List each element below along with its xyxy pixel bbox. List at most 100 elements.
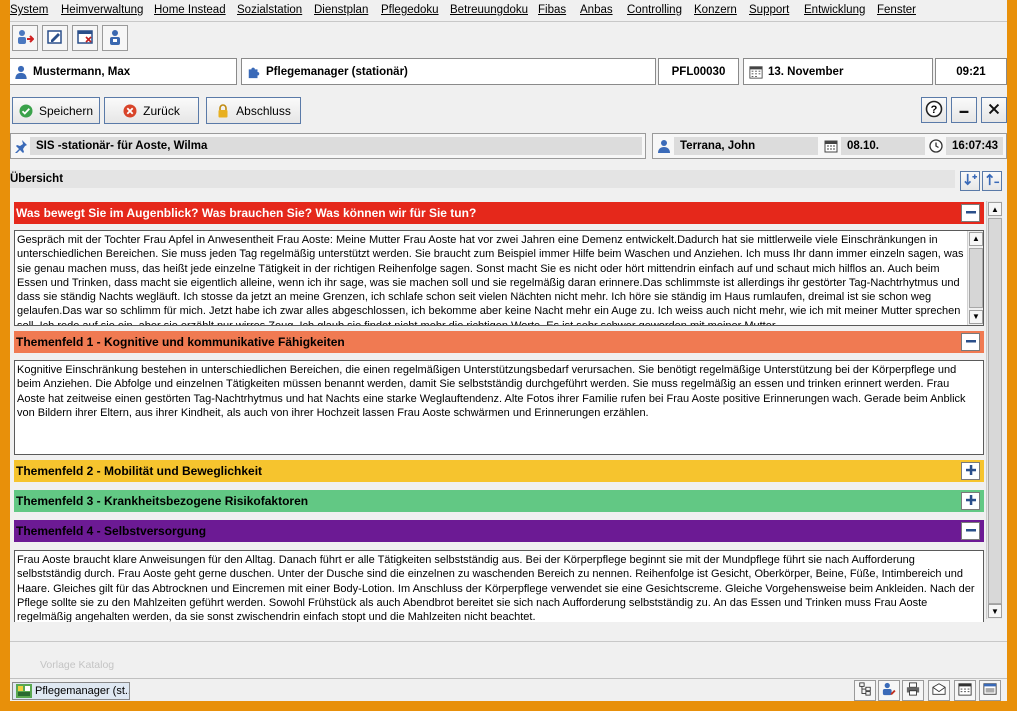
menu-home-instead[interactable]: Home Instead	[154, 4, 226, 16]
scroll-down-icon[interactable]: ▼	[969, 310, 983, 324]
section-text-1[interactable]: Kognitive Einschränkung bestehen in unte…	[14, 360, 984, 455]
main-scroll-thumb[interactable]	[988, 218, 1002, 604]
menu-fenster[interactable]: Fenster	[877, 4, 916, 16]
user-edit-button[interactable]	[878, 680, 900, 701]
edit-icon	[46, 28, 64, 49]
expand-button-3[interactable]	[961, 492, 980, 510]
checkmark-icon	[19, 104, 33, 118]
menu-heimverwaltung[interactable]: Heimverwaltung	[61, 4, 143, 16]
print-button[interactable]	[902, 680, 924, 701]
finish-label: Abschluss	[236, 103, 291, 118]
printer-icon	[906, 682, 920, 699]
section-title-1: Themenfeld 1 - Kognitive und kommunikati…	[16, 335, 345, 349]
user-edit-icon	[882, 682, 896, 699]
edit-button[interactable]	[42, 25, 68, 51]
section-header-0[interactable]: Was bewegt Sie im Augenblick? Was brauch…	[14, 202, 984, 224]
section-text-0[interactable]: Gespräch mit der Tochter Frau Apfel in A…	[14, 230, 984, 326]
author-icon	[657, 139, 671, 156]
toolbar	[10, 23, 1007, 53]
exit-button[interactable]	[12, 25, 38, 51]
section-body-1: Kognitive Einschränkung bestehen in unte…	[17, 364, 966, 419]
section-title-4: Themenfeld 4 - Selbstversorgung	[16, 524, 207, 538]
puzzle-icon	[246, 64, 262, 80]
collapse-button-4[interactable]	[961, 522, 980, 540]
minimize-icon	[956, 101, 972, 120]
close-window-icon	[76, 28, 94, 49]
module-name: Pflegemanager (stationär)	[266, 65, 408, 78]
hierarchy-icon	[858, 682, 872, 699]
app-icon	[16, 684, 32, 698]
user-field: Mustermann, Max	[10, 58, 237, 85]
menu-fibas[interactable]: Fibas	[538, 4, 566, 16]
overview-bar: Übersicht	[10, 170, 955, 188]
sort-desc-button[interactable]	[960, 171, 980, 191]
finish-button[interactable]: Abschluss	[206, 97, 301, 124]
mail-icon	[932, 682, 946, 699]
time-field: 09:21	[935, 58, 1007, 85]
menu-entwicklung[interactable]: Entwicklung	[804, 4, 865, 16]
cancel-icon	[123, 104, 137, 118]
expand-button-2[interactable]	[961, 462, 980, 480]
section-text-4[interactable]: Frau Aoste braucht klare Anweisungen für…	[14, 550, 984, 622]
menu-konzern[interactable]: Konzern	[694, 4, 737, 16]
plus-icon	[965, 494, 977, 509]
section-scrollbar-0[interactable]: ▲ ▼	[967, 231, 983, 325]
sections-area: Was bewegt Sie im Augenblick? Was brauch…	[10, 198, 1007, 622]
hierarchy-button[interactable]	[854, 680, 876, 701]
watermark-text: Vorlage Katalog	[40, 659, 115, 671]
menu-anbas[interactable]: Anbas	[580, 4, 613, 16]
calendar-icon	[748, 64, 764, 80]
section-body-4: Frau Aoste braucht klare Anweisungen für…	[17, 554, 975, 622]
menu-bar: System Heimverwaltung Home Instead Sozia…	[10, 0, 1007, 22]
svg-text:?: ?	[931, 104, 938, 116]
minus-icon	[965, 524, 977, 539]
date-field: 13. November	[743, 58, 933, 85]
lock-icon	[216, 103, 230, 118]
close-window-button[interactable]	[72, 25, 98, 51]
collapse-button-0[interactable]	[961, 204, 980, 222]
window-button[interactable]	[979, 680, 1001, 701]
section-header-1[interactable]: Themenfeld 1 - Kognitive und kommunikati…	[14, 331, 984, 353]
section-header-3[interactable]: Themenfeld 3 - Krankheitsbezogene Risiko…	[14, 490, 984, 512]
menu-system[interactable]: System	[10, 4, 48, 16]
collapse-button-1[interactable]	[961, 333, 980, 351]
menu-betreuungdoku[interactable]: Betreuungdoku	[450, 4, 528, 16]
taskbar-item[interactable]: Pflegemanager (st...	[12, 682, 130, 700]
save-label: Speichern	[38, 103, 94, 118]
main-scroll-down-icon[interactable]: ▼	[988, 604, 1002, 618]
menu-dienstplan[interactable]: Dienstplan	[314, 4, 368, 16]
scroll-up-icon[interactable]: ▲	[969, 232, 983, 246]
record-time: 16:07:43	[946, 137, 1003, 155]
header-date: 13. November	[768, 65, 844, 78]
record-date: 08.10.	[841, 137, 925, 155]
menu-pflegedoku[interactable]: Pflegedoku	[381, 4, 439, 16]
back-button[interactable]: Zurück	[104, 97, 199, 124]
main-scrollbar[interactable]: ▲ ▼	[986, 201, 1002, 619]
save-button[interactable]: Speichern	[12, 97, 100, 124]
close-icon	[986, 101, 1002, 120]
scroll-thumb[interactable]	[969, 248, 983, 308]
menu-support[interactable]: Support	[749, 4, 789, 16]
menu-sozialstation[interactable]: Sozialstation	[237, 4, 302, 16]
close-button[interactable]	[981, 97, 1007, 123]
clock-icon	[929, 139, 943, 156]
calendar-button[interactable]	[954, 680, 976, 701]
section-title-0: Was bewegt Sie im Augenblick? Was brauch…	[16, 206, 477, 220]
section-header-4[interactable]: Themenfeld 4 - Selbstversorgung	[14, 520, 984, 542]
back-label: Zurück	[143, 103, 180, 118]
taskbar-label: Pflegemanager (st...	[35, 685, 130, 697]
help-button[interactable]: ?	[921, 97, 947, 123]
main-scroll-up-icon[interactable]: ▲	[988, 202, 1002, 216]
person-card-icon	[106, 28, 124, 49]
header-time: 09:21	[956, 65, 986, 78]
record-title: SIS -stationär- für Aoste, Wilma	[30, 137, 642, 155]
menu-controlling[interactable]: Controlling	[627, 4, 682, 16]
section-header-2[interactable]: Themenfeld 2 - Mobilität und Beweglichke…	[14, 460, 984, 482]
record-calendar-icon	[824, 139, 838, 156]
sort-asc-button[interactable]	[982, 171, 1002, 191]
mail-button[interactable]	[928, 680, 950, 701]
section-title-3: Themenfeld 3 - Krankheitsbezogene Risiko…	[16, 494, 309, 508]
minimize-button[interactable]	[951, 97, 977, 123]
module-code: PFL00030	[671, 65, 726, 78]
person-card-button[interactable]	[102, 25, 128, 51]
